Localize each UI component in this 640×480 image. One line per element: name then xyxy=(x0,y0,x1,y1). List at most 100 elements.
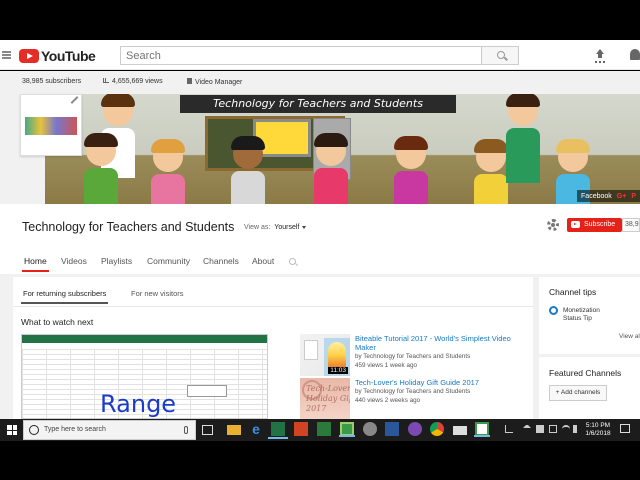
edge-icon[interactable]: e xyxy=(249,422,263,436)
featured-channels-title: Featured Channels xyxy=(549,368,622,378)
windows-start-icon[interactable] xyxy=(7,425,17,435)
video-thumbnail[interactable]: 11:03 xyxy=(300,334,350,376)
tab-community[interactable]: Community xyxy=(147,256,190,266)
kid-art xyxy=(230,136,266,204)
tray-icon[interactable] xyxy=(536,425,544,433)
document-art xyxy=(304,340,318,360)
channel-page: 38,985 subscribers 4,655,669 views Video… xyxy=(0,71,640,419)
tab-new-visitors[interactable]: For new visitors xyxy=(131,289,184,298)
app-icon[interactable] xyxy=(363,422,377,436)
action-center-icon[interactable] xyxy=(620,424,630,433)
tray-icon[interactable] xyxy=(549,425,557,433)
app-icon[interactable] xyxy=(408,422,422,436)
video-channel[interactable]: by Technology for Teachers and Students xyxy=(355,352,470,361)
search-button[interactable] xyxy=(481,46,519,65)
notifications-icon[interactable] xyxy=(630,49,640,60)
volume-icon[interactable] xyxy=(573,425,577,433)
video-title[interactable]: Tech-Lover's Holiday Gift Guide 2017 xyxy=(355,378,533,387)
video-title[interactable]: Biteable Tutorial 2017 - World's Simples… xyxy=(355,334,533,352)
tab-returning-subscribers[interactable]: For returning subscribers xyxy=(20,289,109,304)
upload-icon[interactable] xyxy=(594,49,606,61)
tip-item[interactable]: Monetization Status Tip xyxy=(563,307,600,323)
chevron-down-icon xyxy=(302,225,307,229)
task-view-icon[interactable] xyxy=(202,425,213,435)
facebook-link[interactable]: Facebook xyxy=(581,193,612,200)
teacher-art xyxy=(505,94,541,183)
file-explorer-icon[interactable] xyxy=(227,425,241,435)
chart-icon xyxy=(103,78,109,83)
gear-icon[interactable] xyxy=(547,219,559,231)
youtube-logo[interactable]: YouTube xyxy=(19,47,96,64)
video-item[interactable]: Tech-Lover'sHoliday Gift Guide2017 Tech-… xyxy=(300,378,533,419)
clock-time: 5:10 PM xyxy=(585,422,611,429)
thumbnail-text: Tech-Lover'sHoliday Gift Guide2017 xyxy=(306,384,350,413)
taskbar-clock[interactable]: 5:10 PM 1/6/2018 xyxy=(580,422,616,438)
spreadsheet-popup xyxy=(187,385,227,397)
featured-video-player[interactable]: Range xyxy=(21,334,268,419)
search-icon[interactable] xyxy=(289,258,296,265)
publisher-icon[interactable] xyxy=(317,422,331,436)
view-as-value: Yourself xyxy=(274,224,300,231)
tab-home[interactable]: Home xyxy=(22,256,49,272)
taskbar-search[interactable]: Type here to search xyxy=(23,420,196,440)
chrome-icon[interactable] xyxy=(430,422,444,436)
kid-art xyxy=(393,136,429,204)
banner-social-links: Facebook G+ P xyxy=(577,190,640,202)
audience-tabs: For returning subscribers For new visito… xyxy=(13,277,533,307)
view-as-selector[interactable]: View as: Yourself xyxy=(244,224,307,231)
youtube-masthead: YouTube xyxy=(0,40,640,70)
video-thumbnail[interactable]: Tech-Lover'sHoliday Gift Guide2017 xyxy=(300,378,350,419)
google-plus-link[interactable]: G+ xyxy=(617,193,627,200)
mail-icon[interactable] xyxy=(453,426,467,435)
people-icon[interactable] xyxy=(505,425,513,433)
banner-title: Technology for Teachers and Students xyxy=(180,95,456,113)
screen: YouTube 38,985 subscribers 4,655,669 vie… xyxy=(0,0,640,480)
channel-tabs: Home Videos Playlists Community Channels… xyxy=(0,252,640,274)
wifi-icon[interactable] xyxy=(562,425,570,433)
camtasia-recorder-icon[interactable] xyxy=(474,422,490,437)
spreadsheet-ribbon xyxy=(22,335,267,343)
menu-icon[interactable] xyxy=(2,51,11,59)
tab-playlists[interactable]: Playlists xyxy=(101,256,132,266)
add-channels-button[interactable]: + Add channels xyxy=(549,385,607,401)
excel-icon[interactable] xyxy=(268,422,288,439)
video-channel[interactable]: by Technology for Teachers and Students xyxy=(355,387,470,396)
video-manager-icon xyxy=(187,78,192,84)
word-icon[interactable] xyxy=(385,422,399,436)
tab-channels[interactable]: Channels xyxy=(203,256,239,266)
video-item[interactable]: 11:03 Biteable Tutorial 2017 - World's S… xyxy=(300,334,533,376)
subscriber-stat: 38,985 subscribers xyxy=(22,78,82,85)
views-stat: 4,655,669 views xyxy=(103,78,163,85)
channel-avatar[interactable] xyxy=(20,94,82,156)
kid-art xyxy=(313,133,349,204)
pinterest-link[interactable]: P xyxy=(631,193,636,200)
youtube-logo-text: YouTube xyxy=(41,47,96,64)
show-hidden-icons[interactable] xyxy=(523,425,531,428)
channel-header: Technology for Teachers and Students Vie… xyxy=(0,204,640,274)
channel-banner: Technology for Teachers and Students Fac… xyxy=(45,94,640,204)
tab-about[interactable]: About xyxy=(252,256,274,266)
clock-date: 1/6/2018 xyxy=(585,430,611,437)
cortana-icon xyxy=(29,425,39,435)
search-input[interactable] xyxy=(120,46,482,65)
search-icon xyxy=(497,51,505,59)
edit-pencil-icon[interactable] xyxy=(70,96,79,104)
camtasia-icon[interactable] xyxy=(339,422,355,437)
tab-videos[interactable]: Videos xyxy=(61,256,87,266)
microphone-icon[interactable] xyxy=(184,426,188,434)
video-manager-link[interactable]: Video Manager xyxy=(187,78,242,86)
kid-art xyxy=(473,139,509,204)
channel-title: Technology for Teachers and Students xyxy=(22,220,235,234)
channel-stats: 38,985 subscribers 4,655,669 views Video… xyxy=(0,71,640,91)
tip-status-icon xyxy=(549,306,558,315)
rocket-art xyxy=(328,342,346,368)
youtube-play-icon xyxy=(19,48,39,63)
channel-tips-title: Channel tips xyxy=(549,287,597,297)
view-all-link[interactable]: View al xyxy=(619,333,640,340)
kid-art xyxy=(150,139,186,204)
subscribe-button[interactable]: Subscribe xyxy=(567,218,622,232)
video-duration: 11:03 xyxy=(328,367,348,374)
kid-art xyxy=(83,133,119,204)
channel-tips-card: Channel tips Monetization Status Tip Vie… xyxy=(539,277,640,354)
powerpoint-icon[interactable] xyxy=(294,422,308,436)
